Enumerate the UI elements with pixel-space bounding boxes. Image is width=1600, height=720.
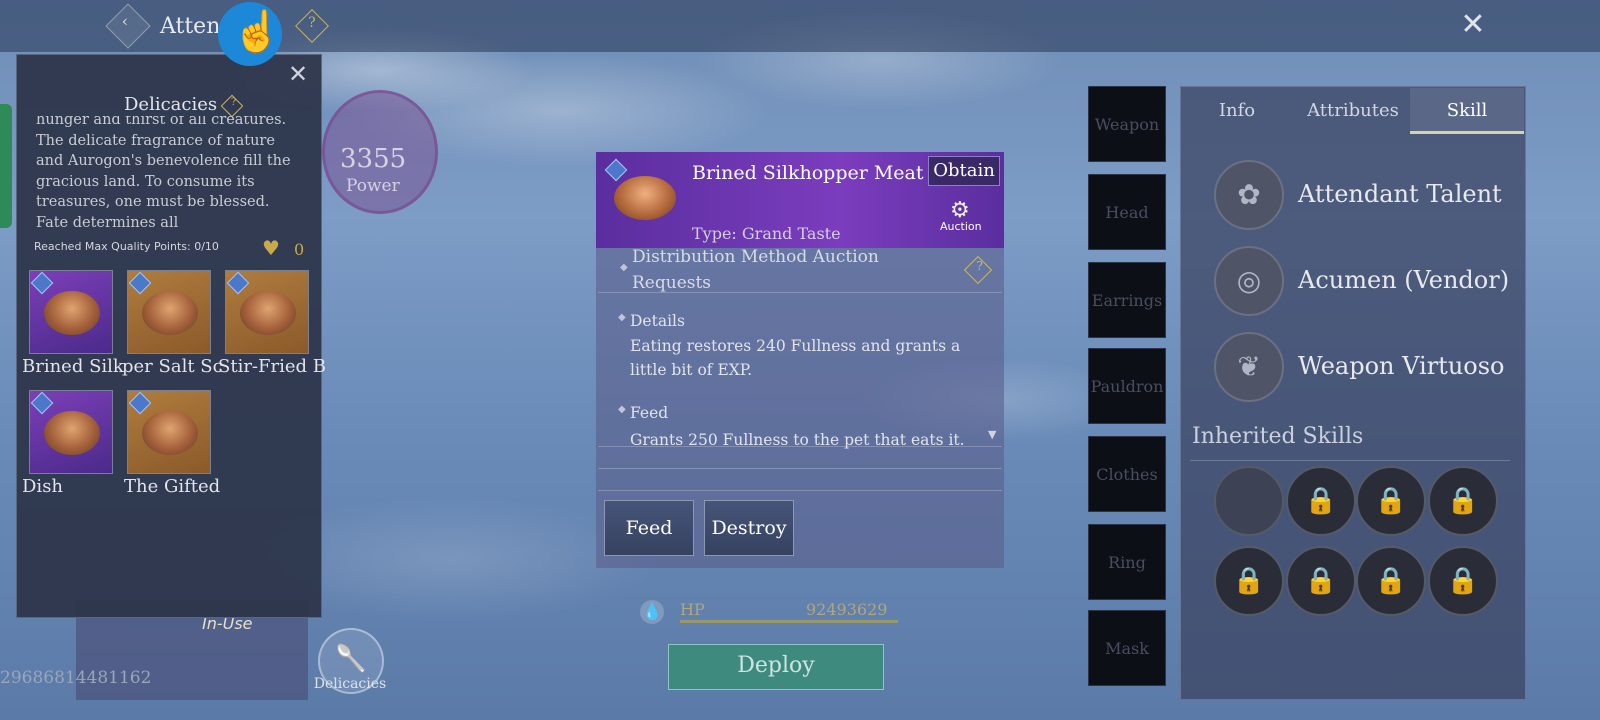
bullet-icon: ◆ xyxy=(620,262,628,273)
food-slot-the-gifted[interactable] xyxy=(127,390,211,474)
description-text: hunger and thirst of all creatures. The … xyxy=(36,116,291,231)
inherited-skills-title: Inherited Skills xyxy=(1192,424,1364,449)
equip-slot-ring[interactable]: Ring xyxy=(1088,524,1166,600)
side-tab-edge[interactable] xyxy=(0,104,12,228)
question-icon: ? xyxy=(308,15,316,32)
lock-icon[interactable]: 🔒 xyxy=(1286,466,1356,536)
divider xyxy=(598,490,1002,491)
hp-label: HP xyxy=(680,600,705,619)
question-icon: ? xyxy=(230,97,237,109)
divider xyxy=(1190,460,1510,461)
food-icon xyxy=(44,411,100,455)
scroll-down-icon[interactable]: ▼ xyxy=(988,428,996,441)
power-value: 3355 xyxy=(340,144,407,174)
item-food-icon xyxy=(614,176,676,220)
diamond-tag-icon xyxy=(30,391,54,415)
spoon-icon: 🥄 xyxy=(334,644,368,674)
page-title: Atten xyxy=(160,14,221,39)
obtain-button[interactable]: Obtain xyxy=(928,156,1000,186)
food-slot-salt[interactable] xyxy=(127,270,211,354)
lock-icon[interactable]: 🔒 xyxy=(1428,466,1498,536)
lock-icon[interactable]: 🔒 xyxy=(1428,546,1498,616)
food-icon xyxy=(142,291,198,335)
equip-slot-mask[interactable]: Mask xyxy=(1088,610,1166,686)
equip-slot-weapon[interactable]: Weapon xyxy=(1088,86,1166,162)
uid-text: 29686814481162 xyxy=(0,668,152,688)
bullet-icon: ◆ xyxy=(618,312,626,323)
equip-slot-pauldron[interactable]: Pauldron xyxy=(1088,348,1166,424)
skill-name: Weapon Virtuoso xyxy=(1298,352,1505,380)
deploy-button[interactable]: Deploy xyxy=(668,644,884,690)
delicacies-button-label: Delicacies xyxy=(313,676,387,692)
close-icon: ✕ xyxy=(1460,7,1486,42)
lock-icon[interactable]: 🔒 xyxy=(1214,546,1284,616)
item-name: Brined Silkhopper Meat xyxy=(692,162,924,184)
heart-count: 0 xyxy=(294,240,305,259)
bullet-icon: ◆ xyxy=(618,404,626,415)
max-quality-text: Reached Max Quality Points: 0/10 xyxy=(34,240,219,253)
close-button[interactable]: ✕ xyxy=(1456,8,1490,42)
lock-icon[interactable]: 🔒 xyxy=(1286,546,1356,616)
hp-bar xyxy=(680,620,898,623)
feed-title: Feed xyxy=(630,404,669,422)
equip-slot-head[interactable]: Head xyxy=(1088,174,1166,250)
lock-icon[interactable]: 🔒 xyxy=(1356,546,1426,616)
tap-hint: ☝ xyxy=(218,2,282,66)
tab-info[interactable]: Info xyxy=(1180,88,1294,134)
auction-label: Auction xyxy=(940,220,982,233)
hp-drop-icon: 💧 xyxy=(640,600,664,624)
weapon-virtuoso-skill-icon[interactable]: ❦ xyxy=(1214,332,1284,402)
distribution-method: Distribution Method Auction Requests xyxy=(632,247,879,293)
feed-button[interactable]: Feed xyxy=(604,500,694,556)
skill-name: Acumen (Vendor) xyxy=(1298,266,1510,294)
chevron-left-icon: ‹ xyxy=(121,11,129,31)
power-label: Power xyxy=(346,176,400,196)
destroy-button[interactable]: Destroy xyxy=(704,500,794,556)
divider xyxy=(598,468,1002,469)
hand-pointer-icon: ☝ xyxy=(232,9,282,55)
food-label: Brined Silk xyxy=(22,356,124,377)
details-text: Eating restores 240 Fullness and grants … xyxy=(630,337,961,379)
food-label: The Gifted xyxy=(124,476,221,497)
item-type: Type: Grand Taste xyxy=(692,224,841,243)
diamond-tag-icon xyxy=(30,271,54,295)
hp-value: 92493629 xyxy=(806,600,888,619)
acumen-skill-icon[interactable]: ◎ xyxy=(1214,246,1284,316)
food-label: Stir-Fried B xyxy=(218,356,326,377)
tab-attributes[interactable]: Attributes xyxy=(1296,88,1410,134)
panel-close-button[interactable]: ✕ xyxy=(288,60,308,88)
equip-slot-clothes[interactable]: Clothes xyxy=(1088,436,1166,512)
diamond-tag-icon xyxy=(128,391,152,415)
food-icon xyxy=(142,411,198,455)
heart-icon: ♥ xyxy=(262,236,280,260)
close-icon: ✕ xyxy=(288,60,309,88)
feed-text: Grants 250 Fullness to the pet that eats… xyxy=(630,431,965,449)
diamond-tag-icon xyxy=(226,271,250,295)
food-slot-stir-fried[interactable] xyxy=(225,270,309,354)
divider xyxy=(598,292,1002,293)
delicacies-description[interactable]: hunger and thirst of all creatures. The … xyxy=(36,116,298,232)
food-slot-dish[interactable] xyxy=(29,390,113,474)
delicacies-title: Delicacies xyxy=(124,94,218,115)
details-title: Details xyxy=(630,312,685,330)
food-icon xyxy=(44,291,100,335)
food-slot-brined-silkhopper[interactable] xyxy=(29,270,113,354)
divider xyxy=(598,446,1002,447)
food-label: Dish xyxy=(22,476,64,497)
question-icon: ? xyxy=(976,258,983,273)
food-label: per Salt Sc xyxy=(122,356,223,377)
lock-icon[interactable]: 🔒 xyxy=(1356,466,1426,536)
diamond-tag-icon xyxy=(128,271,152,295)
inherited-skill-slot[interactable] xyxy=(1214,466,1284,536)
attendant-talent-skill-icon[interactable]: ✿ xyxy=(1214,160,1284,230)
equip-slot-earrings[interactable]: Earrings xyxy=(1088,262,1166,338)
tab-skill[interactable]: Skill xyxy=(1410,88,1524,134)
skill-name: Attendant Talent xyxy=(1298,180,1502,208)
food-icon xyxy=(240,291,296,335)
